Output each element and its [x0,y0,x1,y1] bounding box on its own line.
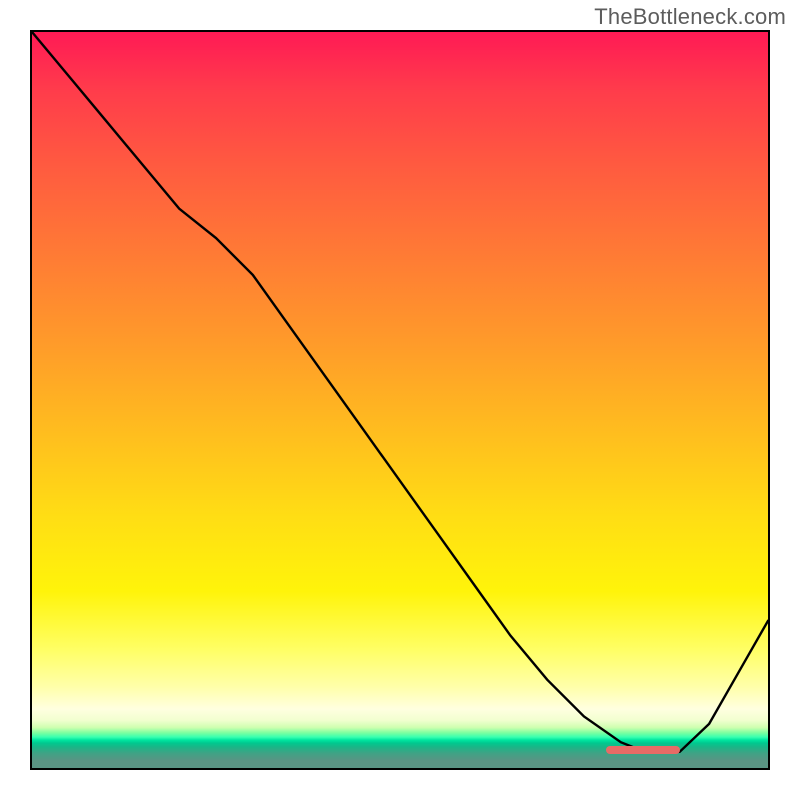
watermark-text: TheBottleneck.com [594,4,786,30]
page-root: TheBottleneck.com [0,0,800,800]
marker-layer [32,32,768,768]
plot-frame [30,30,770,770]
optimal-range-marker [606,746,680,754]
